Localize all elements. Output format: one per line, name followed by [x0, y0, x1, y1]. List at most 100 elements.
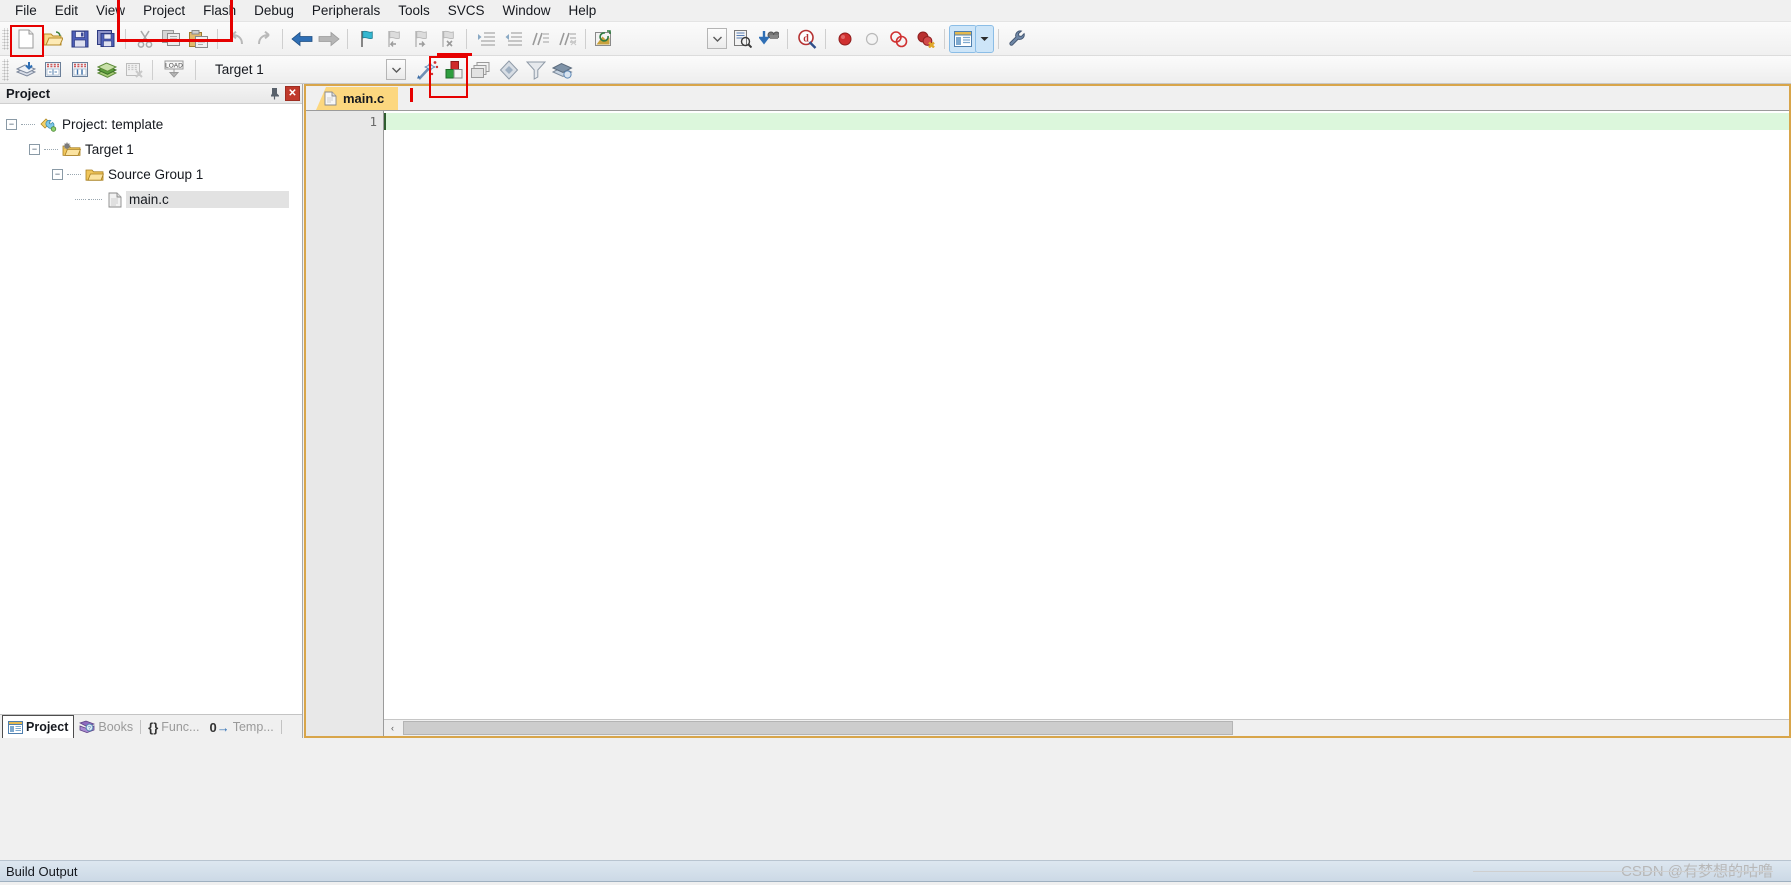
- target-options-wand-icon[interactable]: [414, 57, 441, 83]
- pack-installer-icon[interactable]: [522, 57, 549, 83]
- menu-edit[interactable]: Edit: [46, 1, 87, 20]
- svg-text:LOAD: LOAD: [165, 62, 183, 69]
- enable-breakpoint-icon[interactable]: [858, 26, 885, 52]
- comment-icon[interactable]: [526, 26, 553, 52]
- menu-view[interactable]: View: [87, 1, 134, 20]
- configure-icon[interactable]: [1004, 26, 1031, 52]
- build-icon[interactable]: [39, 57, 66, 83]
- c-file-icon: [104, 192, 126, 208]
- project-panel: Project ✕ − Project: template − Target 1…: [0, 84, 303, 738]
- window-layout-dropdown-icon[interactable]: [975, 24, 994, 53]
- manage-run-time-icon[interactable]: [549, 57, 576, 83]
- download-icon[interactable]: LOAD: [158, 57, 190, 83]
- project-tree: − Project: template − Target 1 − Source …: [0, 104, 302, 714]
- keil-uvision-window: File Edit View Project Flash Debug Perip…: [0, 0, 1791, 885]
- scroll-left-arrow-icon[interactable]: ‹: [384, 720, 401, 736]
- find-combo-dropdown-icon[interactable]: [706, 26, 728, 52]
- manage-multi-project-icon[interactable]: [468, 57, 495, 83]
- copy-icon[interactable]: [158, 26, 185, 52]
- bookmark-clear-icon[interactable]: [434, 26, 461, 52]
- outdent-icon[interactable]: [499, 26, 526, 52]
- batch-build-icon[interactable]: [93, 57, 120, 83]
- tree-expander-target[interactable]: −: [29, 144, 40, 155]
- panel-tab-templates[interactable]: 0→ Temp...: [204, 716, 278, 738]
- tree-connector: [75, 199, 86, 200]
- indent-icon[interactable]: [472, 26, 499, 52]
- bookmark-toggle-icon[interactable]: [353, 26, 380, 52]
- bookmark-prev-icon[interactable]: [380, 26, 407, 52]
- binocular-icon[interactable]: [755, 26, 782, 52]
- books-icon: ?: [79, 720, 96, 734]
- project-panel-titlebar: Project ✕: [0, 84, 302, 104]
- paste-icon[interactable]: [185, 26, 212, 52]
- close-icon[interactable]: ✕: [285, 86, 300, 101]
- tree-expander-source-group[interactable]: −: [52, 169, 63, 180]
- editor-tab-main-c[interactable]: main.c: [316, 87, 399, 110]
- disable-all-breakpoints-icon[interactable]: [885, 26, 912, 52]
- tree-item-source-group[interactable]: − Source Group 1: [0, 162, 302, 187]
- undo-icon[interactable]: [223, 26, 250, 52]
- kill-all-breakpoints-icon[interactable]: [912, 26, 939, 52]
- editor-code-surface[interactable]: ‹: [384, 111, 1789, 736]
- tree-connector: [21, 124, 35, 125]
- editor-active-line[interactable]: [384, 113, 1789, 130]
- menu-flash[interactable]: Flash: [194, 1, 245, 20]
- cut-icon[interactable]: [131, 26, 158, 52]
- tree-item-project[interactable]: − Project: template: [0, 112, 302, 137]
- panel-tab-books[interactable]: ? Books: [74, 716, 138, 738]
- project-panel-tabs: Project ? Books {} Func... 0→ Temp...: [0, 714, 302, 738]
- menu-tools[interactable]: Tools: [389, 1, 439, 20]
- components-icon[interactable]: [495, 57, 522, 83]
- panel-tab-project-label: Project: [26, 720, 69, 734]
- main-toolbar: d: [0, 22, 1791, 56]
- save-all-icon[interactable]: [93, 26, 120, 52]
- window-layout-icon[interactable]: [949, 24, 977, 53]
- redo-icon[interactable]: [250, 26, 277, 52]
- bookmark-next-icon[interactable]: [407, 26, 434, 52]
- open-editor-icon[interactable]: [591, 26, 618, 52]
- panel-tab-functions[interactable]: {} Func...: [143, 716, 204, 738]
- open-file-icon[interactable]: [39, 26, 66, 52]
- rebuild-icon[interactable]: [66, 57, 93, 83]
- project-window-icon: [8, 720, 23, 734]
- tree-connector: [44, 149, 58, 150]
- editor-horizontal-scrollbar[interactable]: ‹: [384, 719, 1789, 736]
- debug-session-icon[interactable]: d: [793, 26, 820, 52]
- toolbar-separator: [466, 28, 467, 49]
- pin-icon[interactable]: [266, 86, 282, 102]
- navigate-back-icon[interactable]: [288, 26, 315, 52]
- tree-label-target: Target 1: [85, 142, 134, 157]
- menu-window[interactable]: Window: [493, 1, 559, 20]
- navigate-forward-icon[interactable]: [315, 26, 342, 52]
- toolbar-grip[interactable]: [2, 27, 9, 50]
- target-select-dropdown-icon[interactable]: [386, 59, 406, 80]
- menu-help[interactable]: Help: [560, 1, 606, 20]
- insert-breakpoint-icon[interactable]: [831, 26, 858, 52]
- templates-icon: 0→: [209, 719, 230, 735]
- tree-expander-project[interactable]: −: [6, 119, 17, 130]
- menu-svcs[interactable]: SVCS: [439, 1, 494, 20]
- menu-project[interactable]: Project: [134, 1, 194, 20]
- editor-line-number-gutter: 1: [306, 111, 384, 736]
- toolbar-separator: [998, 28, 999, 49]
- menu-peripherals[interactable]: Peripherals: [303, 1, 389, 20]
- tree-item-main-c[interactable]: main.c: [0, 187, 302, 212]
- tree-item-target[interactable]: − Target 1: [0, 137, 302, 162]
- save-icon[interactable]: [66, 26, 93, 52]
- new-file-icon[interactable]: [12, 26, 39, 52]
- stop-build-icon[interactable]: [120, 57, 147, 83]
- panel-tab-templates-label: Temp...: [232, 720, 274, 734]
- panel-tab-project[interactable]: Project: [2, 715, 75, 738]
- uncomment-icon[interactable]: [553, 26, 580, 52]
- tree-connector: [88, 199, 102, 200]
- project-icon: [37, 117, 59, 133]
- menu-file[interactable]: File: [6, 1, 46, 20]
- target-icon: [60, 142, 82, 157]
- translate-icon[interactable]: [12, 57, 39, 83]
- build-toolbar-grip[interactable]: [2, 58, 9, 81]
- find-in-files-icon[interactable]: [728, 26, 755, 52]
- menu-debug[interactable]: Debug: [245, 1, 303, 20]
- target-select[interactable]: Target 1: [209, 59, 384, 81]
- manage-project-items-icon[interactable]: [441, 57, 468, 83]
- scrollbar-thumb[interactable]: [403, 721, 1233, 735]
